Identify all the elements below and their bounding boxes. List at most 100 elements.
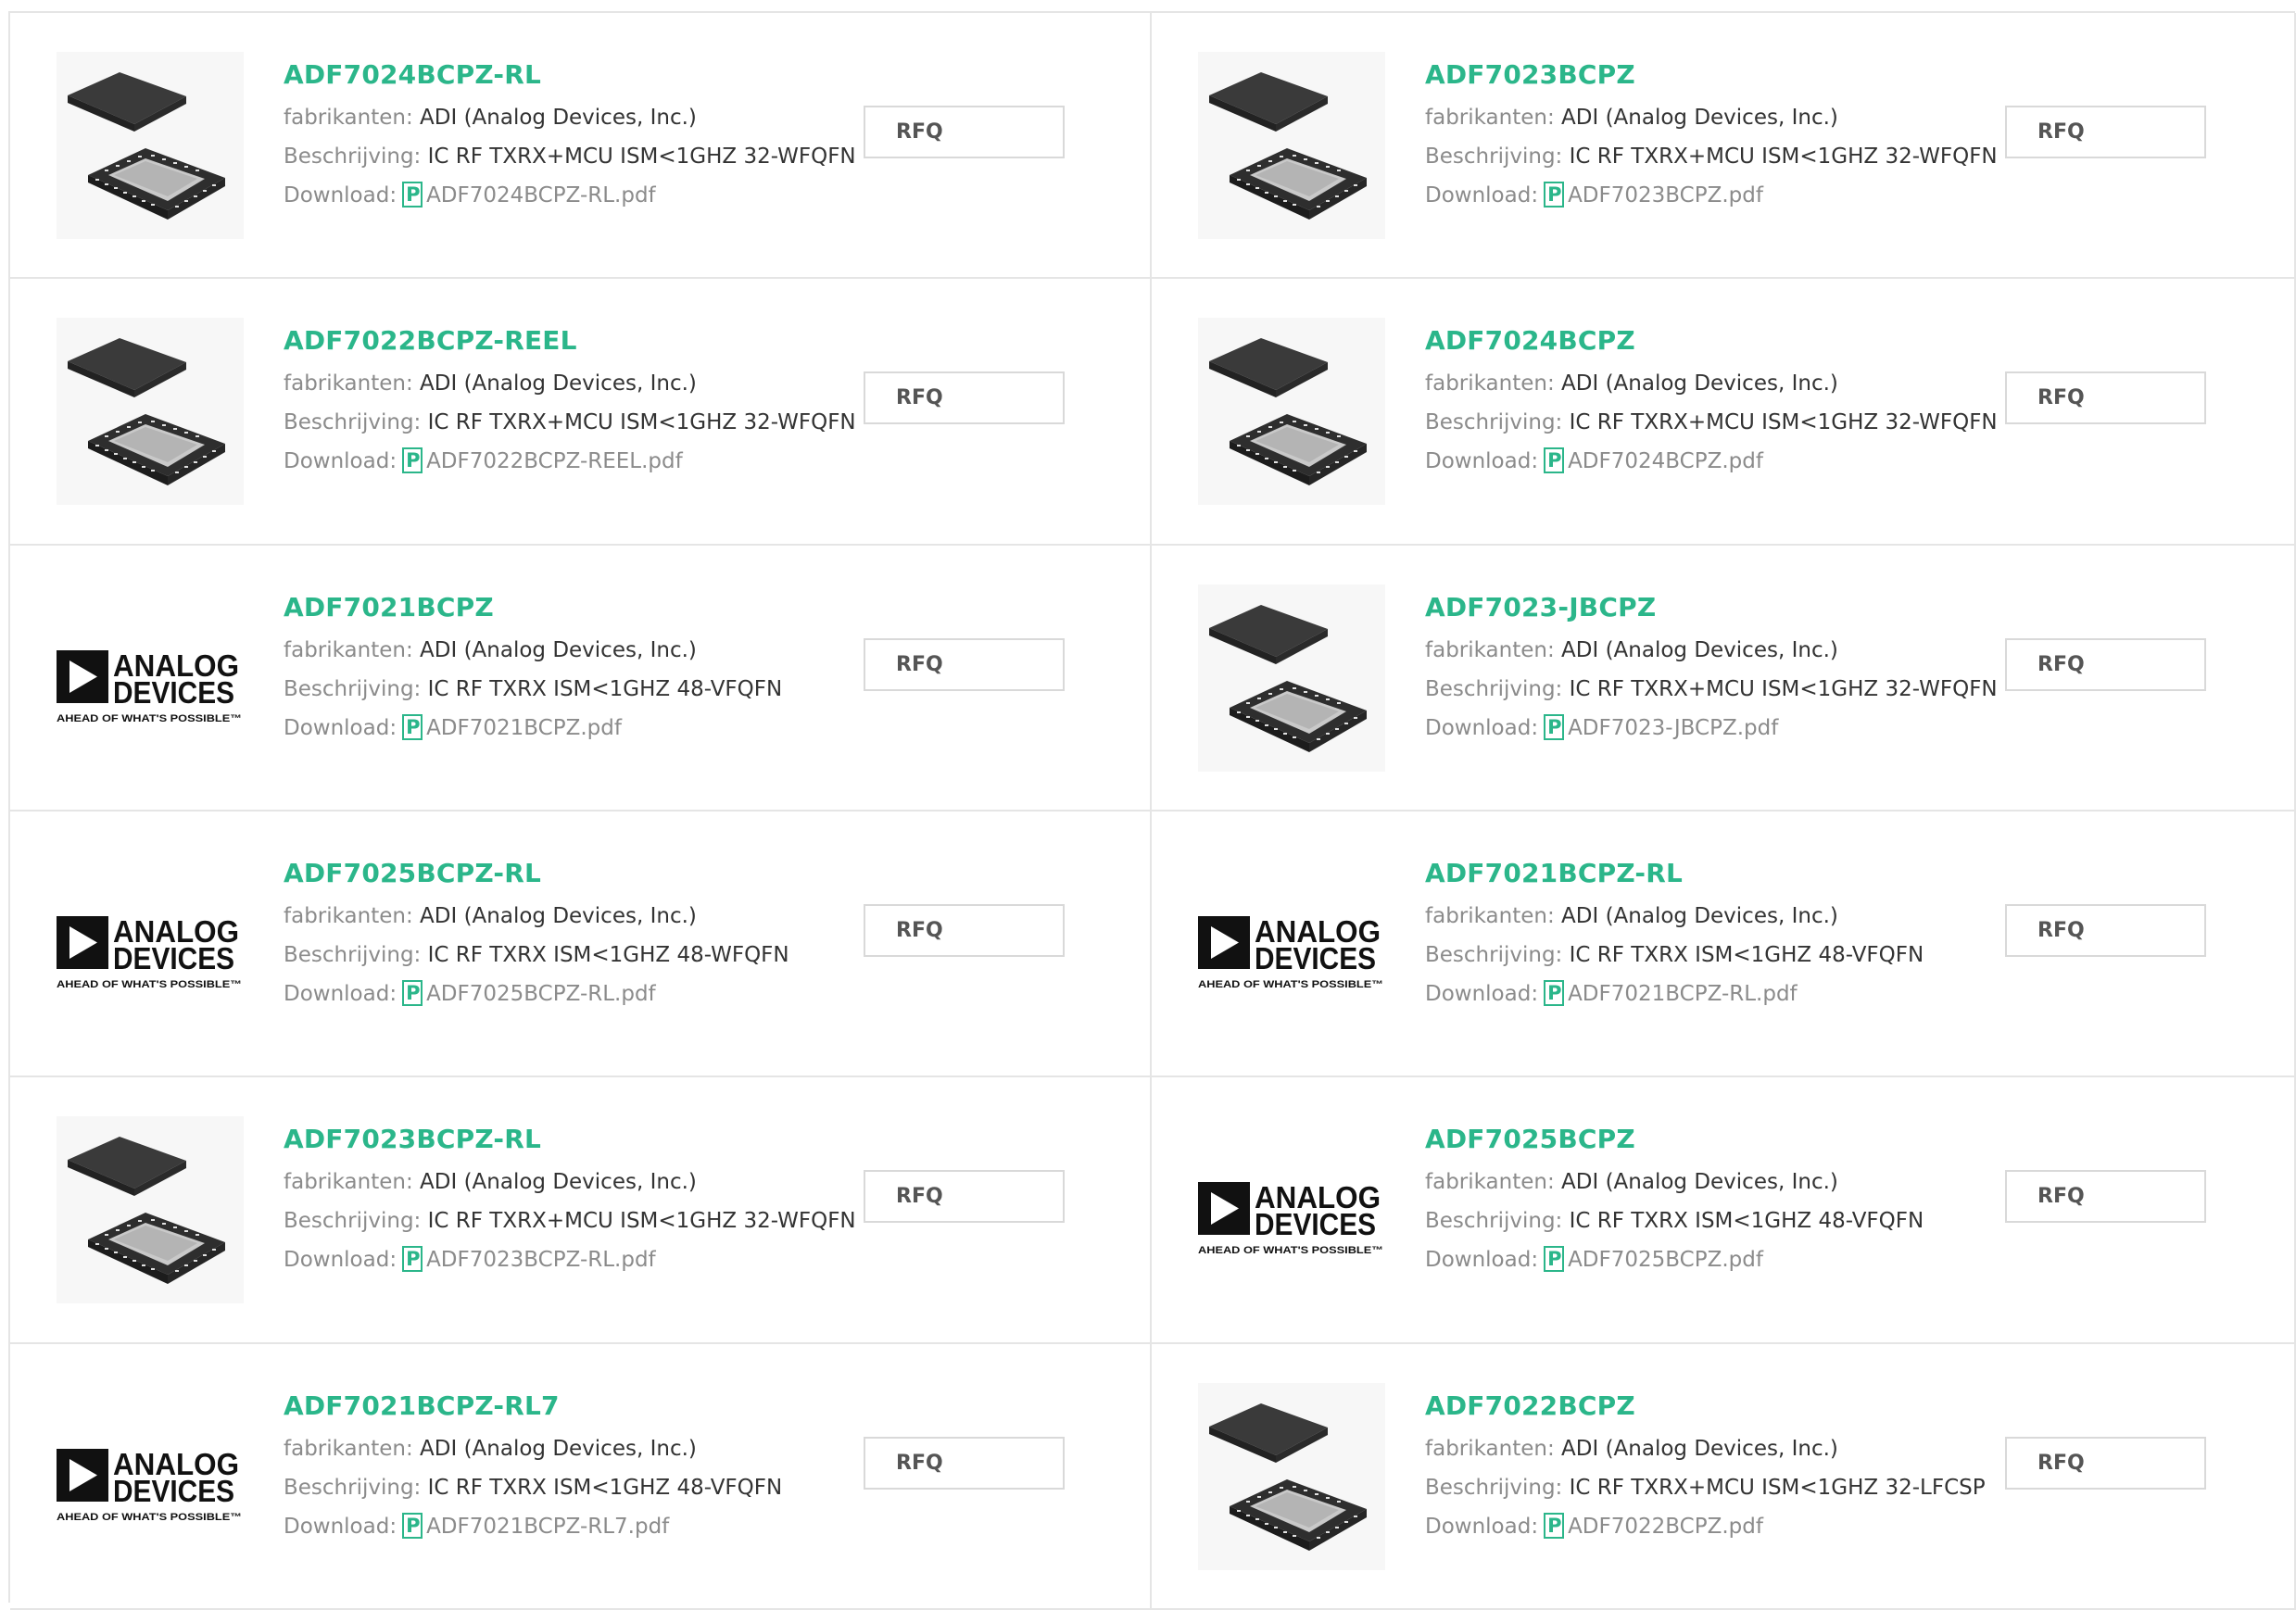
pdf-icon[interactable]: P [1544, 1246, 1565, 1273]
manufacturer-value: ADI (Analog Devices, Inc.) [1561, 106, 1838, 130]
product-image[interactable] [1198, 318, 1385, 506]
description-value: IC RF TXRX+MCU ISM<1GHZ 32-LFCSP [1569, 1475, 1986, 1500]
description-label: Beschrijving: [284, 410, 422, 435]
pdf-icon[interactable]: P [1544, 1512, 1565, 1539]
download-label: Download: [284, 715, 397, 740]
qfn-chip-icon [1209, 604, 1367, 752]
qfn-chip-icon [1209, 338, 1367, 486]
description-label: Beschrijving: [284, 145, 422, 169]
description-label: Beschrijving: [284, 1475, 422, 1500]
product-image[interactable]: ANALOG DEVICES AHEAD OF WHAT'S POSSIBLE™ [57, 585, 244, 772]
part-number-link[interactable]: ADF7024BCPZ [1425, 325, 1981, 357]
part-number-link[interactable]: ADF7021BCPZ-RL [1425, 858, 1981, 889]
download-row: Download: P ADF7021BCPZ.pdf [284, 709, 839, 748]
download-row: Download: P ADF7022BCPZ-REEL.pdf [284, 442, 839, 481]
manufacturer-value: ADI (Analog Devices, Inc.) [1561, 1436, 1838, 1461]
pdf-icon[interactable]: P [402, 713, 423, 740]
part-number-link[interactable]: ADF7024BCPZ-RL [284, 59, 839, 91]
rfq-button[interactable]: RFQ [864, 1170, 1065, 1224]
product-image[interactable] [57, 318, 244, 506]
rfq-button[interactable]: RFQ [864, 903, 1065, 957]
pdf-icon[interactable]: P [402, 979, 423, 1006]
datasheet-link[interactable]: ADF7025BCPZ-RL.pdf [426, 982, 656, 1006]
part-number-link[interactable]: ADF7022BCPZ [1425, 1390, 1981, 1422]
description-label: Beschrijving: [1425, 1209, 1563, 1234]
rfq-button[interactable]: RFQ [2005, 371, 2206, 425]
pdf-icon[interactable]: P [1544, 447, 1565, 474]
manufacturer-row: fabrikanten: ADI (Analog Devices, Inc.) [1425, 98, 1981, 137]
pdf-icon[interactable]: P [402, 182, 423, 208]
product-card: ADF7022BCPZ fabrikanten: ADI (Analog Dev… [1152, 1343, 2296, 1610]
datasheet-link[interactable]: ADF7022BCPZ-REEL.pdf [426, 449, 683, 473]
pdf-icon[interactable]: P [402, 1246, 423, 1273]
download-label: Download: [284, 1514, 397, 1539]
part-number-link[interactable]: ADF7023-JBCPZ [1425, 592, 1981, 623]
datasheet-link[interactable]: ADF7023-JBCPZ.pdf [1568, 716, 1778, 740]
pdf-icon[interactable]: P [402, 1512, 423, 1539]
rfq-button[interactable]: RFQ [2005, 637, 2206, 691]
product-image[interactable] [57, 1116, 244, 1304]
logo-line-2: DEVICES [113, 675, 234, 710]
rfq-button[interactable]: RFQ [2005, 903, 2206, 957]
manufacturer-label: fabrikanten: [284, 637, 413, 662]
manufacturer-row: fabrikanten: ADI (Analog Devices, Inc.) [284, 897, 839, 936]
product-image[interactable] [1198, 584, 1385, 772]
download-row: Download: P ADF7024BCPZ-RL.pdf [284, 176, 839, 215]
part-number-link[interactable]: ADF7025BCPZ [1425, 1124, 1981, 1155]
datasheet-link[interactable]: ADF7023BCPZ-RL.pdf [426, 1248, 656, 1272]
product-image[interactable]: ANALOG DEVICES AHEAD OF WHAT'S POSSIBLE™ [1198, 1116, 1385, 1303]
logo-tagline: AHEAD OF WHAT'S POSSIBLE™ [1198, 1245, 1383, 1256]
pdf-icon-glyph: P [406, 981, 421, 1004]
manufacturer-value: ADI (Analog Devices, Inc.) [420, 903, 697, 928]
rfq-button[interactable]: RFQ [2005, 1170, 2206, 1224]
part-number-link[interactable]: ADF7023BCPZ-RL [284, 1124, 839, 1155]
rfq-button[interactable]: RFQ [864, 106, 1065, 158]
qfn-chip-icon [68, 72, 225, 220]
product-card: ANALOG DEVICES AHEAD OF WHAT'S POSSIBLE™… [10, 811, 1152, 1078]
product-image[interactable]: ANALOG DEVICES AHEAD OF WHAT'S POSSIBLE™ [1198, 850, 1385, 1038]
manufacturer-label: fabrikanten: [284, 903, 413, 928]
part-number-link[interactable]: ADF7021BCPZ [284, 592, 839, 623]
rfq-button[interactable]: RFQ [864, 637, 1065, 691]
datasheet-link[interactable]: ADF7025BCPZ.pdf [1568, 1248, 1763, 1272]
datasheet-link[interactable]: ADF7024BCPZ.pdf [1568, 449, 1763, 473]
datasheet-link[interactable]: ADF7021BCPZ.pdf [426, 716, 622, 740]
datasheet-link[interactable]: ADF7024BCPZ-RL.pdf [426, 183, 656, 208]
download-label: Download: [284, 1248, 397, 1273]
rfq-button[interactable]: RFQ [2005, 1436, 2206, 1490]
description-value: IC RF TXRX ISM<1GHZ 48-WFQFN [427, 942, 789, 967]
product-image[interactable]: ANALOG DEVICES AHEAD OF WHAT'S POSSIBLE™ [57, 850, 244, 1038]
description-row: Beschrijving: IC RF TXRX+MCU ISM<1GHZ 32… [284, 1201, 856, 1240]
product-image[interactable] [1198, 52, 1385, 239]
datasheet-link[interactable]: ADF7021BCPZ-RL.pdf [1568, 982, 1798, 1006]
datasheet-link[interactable]: ADF7022BCPZ.pdf [1568, 1515, 1763, 1539]
product-info: ADF7023BCPZ fabrikanten: ADI (Analog Dev… [1425, 59, 1998, 215]
description-value: IC RF TXRX ISM<1GHZ 48-VFQFN [427, 1475, 783, 1500]
part-number-link[interactable]: ADF7021BCPZ-RL7 [284, 1390, 839, 1422]
product-image[interactable]: ANALOG DEVICES AHEAD OF WHAT'S POSSIBLE™ [57, 1383, 244, 1570]
product-image[interactable] [1198, 1382, 1385, 1570]
part-number-link[interactable]: ADF7022BCPZ-REEL [284, 325, 839, 357]
datasheet-link[interactable]: ADF7023BCPZ.pdf [1568, 183, 1763, 208]
product-image[interactable] [57, 52, 244, 239]
rfq-button[interactable]: RFQ [864, 371, 1065, 425]
qfn-chip-icon [1209, 72, 1367, 220]
part-number-link[interactable]: ADF7023BCPZ [1425, 59, 1981, 91]
logo-line-2: DEVICES [1255, 941, 1376, 975]
download-label: Download: [1425, 449, 1539, 474]
part-number-link[interactable]: ADF7025BCPZ-RL [284, 858, 839, 889]
rfq-button[interactable]: RFQ [864, 1436, 1065, 1490]
pdf-icon[interactable]: P [402, 447, 423, 474]
logo-tagline: AHEAD OF WHAT'S POSSIBLE™ [57, 713, 242, 724]
rfq-button[interactable]: RFQ [2005, 106, 2206, 158]
manufacturer-value: ADI (Analog Devices, Inc.) [420, 1436, 697, 1461]
pdf-icon[interactable]: P [1544, 979, 1565, 1006]
analog-devices-logo: ANALOG DEVICES AHEAD OF WHAT'S POSSIBLE™ [57, 648, 242, 724]
pdf-icon[interactable]: P [1544, 182, 1565, 208]
pdf-icon[interactable]: P [1544, 713, 1565, 740]
manufacturer-label: fabrikanten: [1425, 1436, 1555, 1461]
logo-tagline: AHEAD OF WHAT'S POSSIBLE™ [57, 979, 242, 990]
manufacturer-row: fabrikanten: ADI (Analog Devices, Inc.) [284, 364, 839, 403]
datasheet-link[interactable]: ADF7021BCPZ-RL7.pdf [426, 1515, 669, 1539]
product-info: ADF7021BCPZ-RL7 fabrikanten: ADI (Analog… [284, 1390, 839, 1546]
